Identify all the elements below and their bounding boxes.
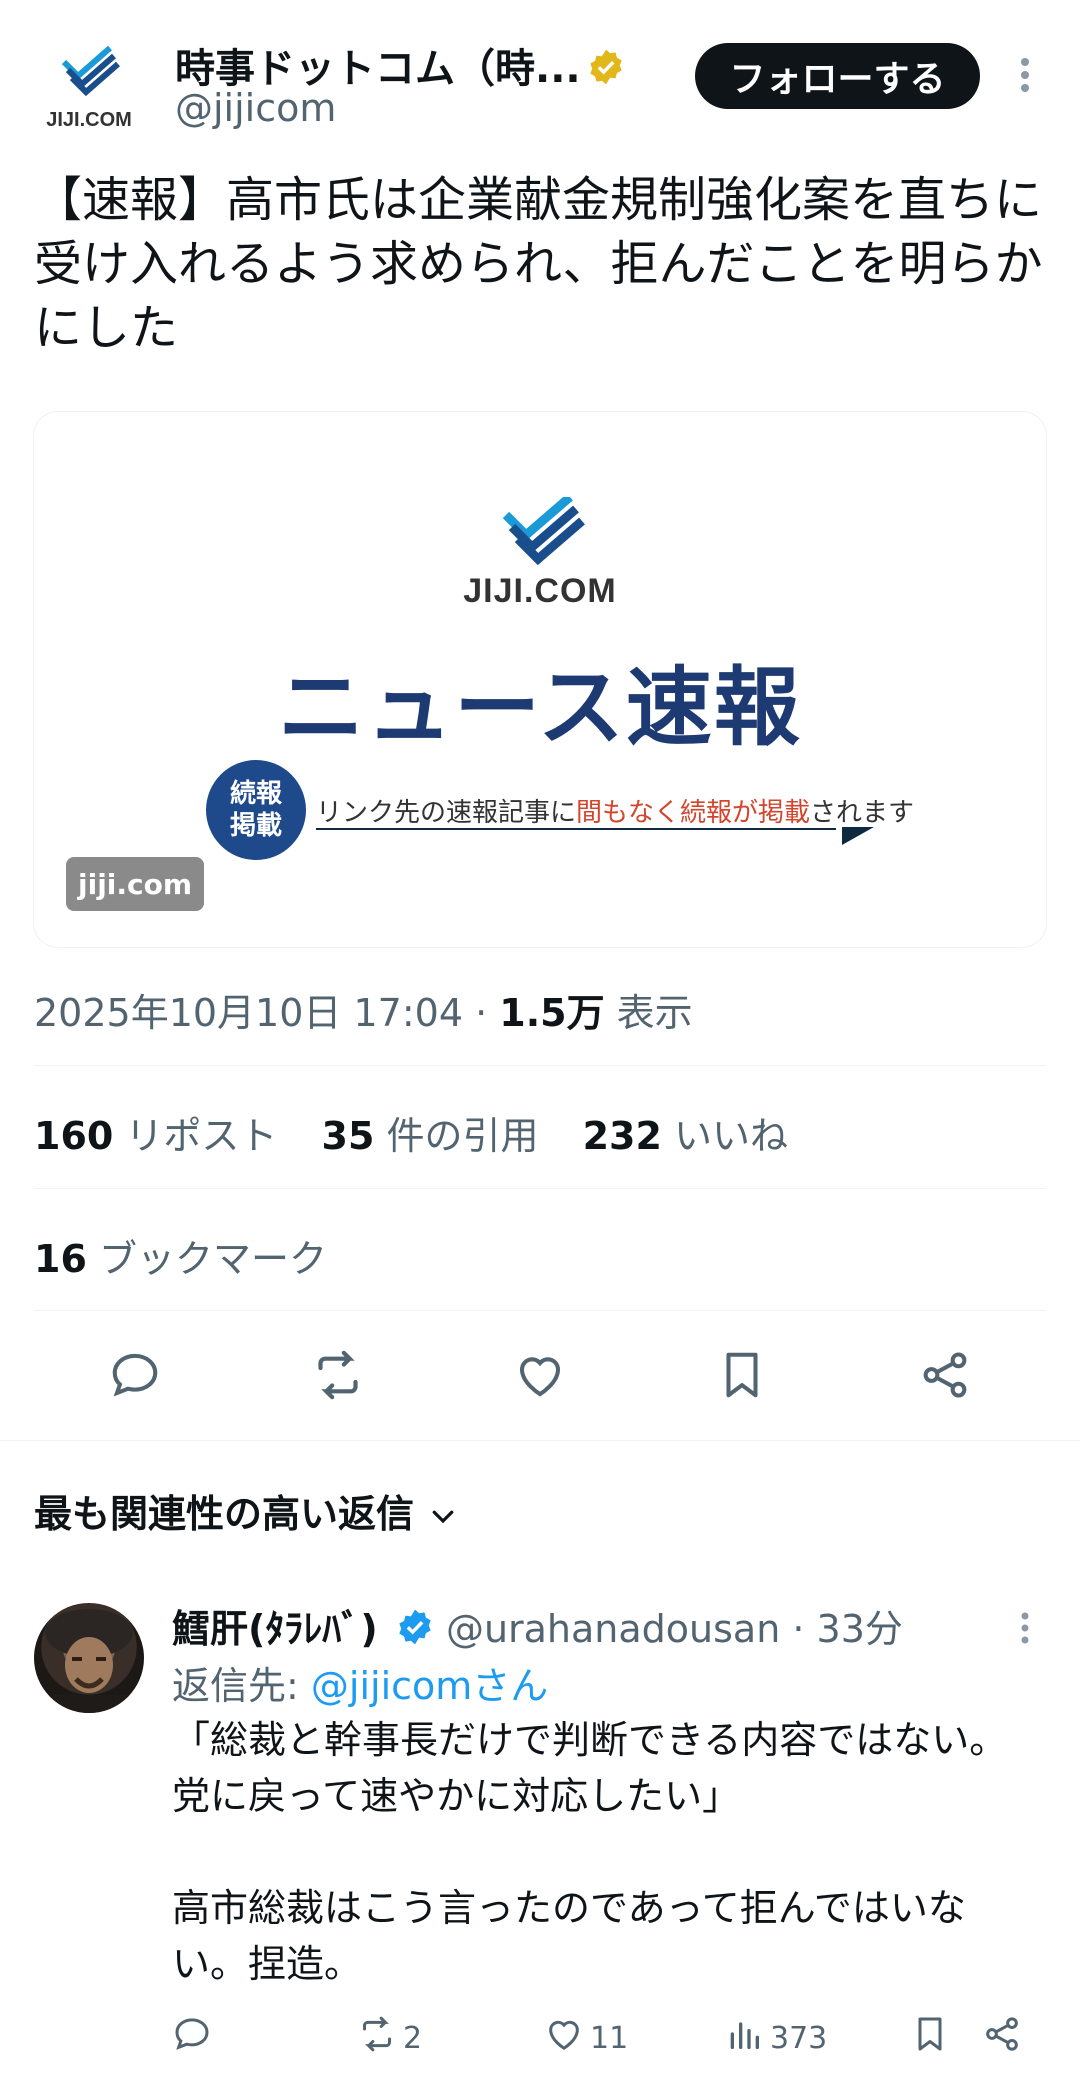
avatar[interactable] xyxy=(34,1603,144,1713)
logo-text: JIJI.COM xyxy=(46,109,132,131)
reply-icon xyxy=(172,2014,212,2062)
like-heart-icon xyxy=(544,2014,584,2062)
domain-tag[interactable]: jiji.com xyxy=(66,857,205,911)
share-icon[interactable] xyxy=(913,1343,977,1407)
tweet-action-bar xyxy=(34,1335,1046,1415)
divider xyxy=(34,1065,1046,1066)
reply-reply-button[interactable] xyxy=(172,2010,212,2066)
follow-button[interactable]: フォローする xyxy=(695,43,980,109)
reply-action-bar: 2 11 373 xyxy=(172,2010,1032,2066)
follow-up-badge: 続報 掲載 xyxy=(206,760,306,860)
divider xyxy=(34,1310,1046,1311)
reply-retweet-button[interactable]: 2 xyxy=(357,2010,422,2066)
share-icon xyxy=(982,2014,1022,2062)
ticker-underline xyxy=(316,828,836,830)
more-options-icon[interactable] xyxy=(1012,1608,1038,1648)
ticker-arrow xyxy=(842,827,874,845)
chevron-down-icon xyxy=(428,1496,458,1526)
verified-gold-badge-icon xyxy=(587,48,625,86)
bookmark-icon xyxy=(910,2014,950,2062)
reply-to-link[interactable]: @jijicomさん xyxy=(311,1664,548,1708)
reply-text: 「総裁と幹事長だけで判断できる内容ではない。党に戻って速やかに対応したい」 高市… xyxy=(172,1718,1008,1986)
reply-author-name[interactable]: 鱈肝(ﾀﾗﾚﾊﾞ) xyxy=(172,1607,378,1651)
author-handle[interactable]: @jijicom xyxy=(175,86,336,130)
views-chart-icon xyxy=(724,2014,764,2062)
quote-count[interactable]: 35 件の引用 xyxy=(322,1105,539,1160)
reply-header: 鱈肝(ﾀﾗﾚﾊﾞ) @urahanadousan · 33分 xyxy=(172,1598,903,1653)
reply-share-button[interactable] xyxy=(982,2010,1022,2066)
reply-time[interactable]: · 33分 xyxy=(780,1607,903,1651)
engagement-stats: 160 リポスト 35 件の引用 232 いいね xyxy=(34,1105,820,1160)
reply-bookmark-button[interactable] xyxy=(910,2010,950,2066)
tweet-meta: 2025年10月10日 17:04 · 1.5万 表示 xyxy=(34,991,693,1035)
like-count: 11 xyxy=(590,2020,629,2056)
reply-like-button[interactable]: 11 xyxy=(544,2010,628,2066)
divider xyxy=(0,1440,1080,1441)
reply-author-handle[interactable]: @urahanadousan xyxy=(446,1607,780,1651)
bookmark-count[interactable]: 16 ブックマーク xyxy=(34,1228,327,1283)
tweet-datetime[interactable]: 2025年10月10日 17:04 xyxy=(34,991,463,1035)
reply-icon[interactable] xyxy=(103,1343,167,1407)
view-count: 373 xyxy=(770,2020,828,2056)
retweet-icon xyxy=(357,2014,397,2062)
more-options-icon[interactable] xyxy=(1010,50,1040,100)
news-title: ニュース速報 xyxy=(278,658,802,758)
replies-sort-dropdown[interactable]: 最も関連性の高い返信 xyxy=(34,1483,458,1538)
author-avatar-logo[interactable]: JIJI.COM xyxy=(30,42,148,132)
tweet-text: 【速報】高市氏は企業献金規制強化案を直ちに受け入れるよう求められ、拒んだことを明… xyxy=(34,172,1043,356)
bookmark-icon[interactable] xyxy=(710,1343,774,1407)
repost-count[interactable]: 160 リポスト xyxy=(34,1105,277,1160)
reply-views-button[interactable]: 373 xyxy=(724,2010,827,2066)
like-heart-icon[interactable] xyxy=(508,1343,572,1407)
like-count[interactable]: 232 いいね xyxy=(583,1105,788,1160)
verified-blue-badge-icon xyxy=(396,1608,434,1646)
ticker-text: リンク先の速報記事に間もなく続報が掲載されます xyxy=(316,798,915,828)
divider xyxy=(34,1188,1046,1189)
media-logo-text: JIJI.COM xyxy=(463,572,617,610)
media-card[interactable]: JIJI.COM ニュース速報 続報 掲載 リンク先の速報記事に間もなく続報が掲… xyxy=(34,412,1046,947)
retweet-count: 2 xyxy=(403,2020,423,2056)
retweet-icon[interactable] xyxy=(306,1343,370,1407)
view-count: 1.5万 xyxy=(499,991,605,1035)
reply-to-line: 返信先: @jijicomさん xyxy=(172,1664,549,1708)
